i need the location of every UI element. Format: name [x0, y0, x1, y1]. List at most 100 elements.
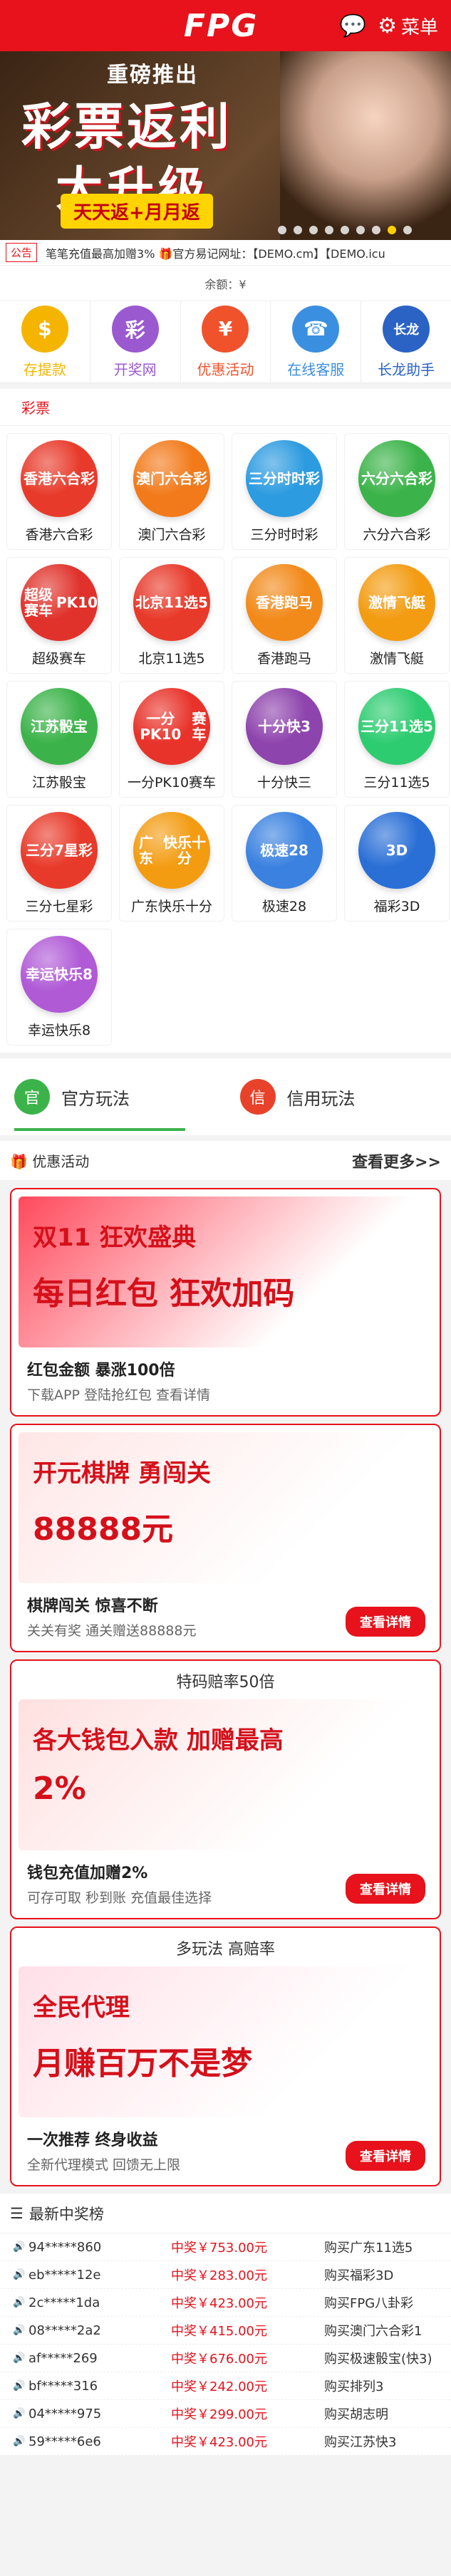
winner-game: 购买胡志明: [324, 2407, 388, 2422]
lottery-item[interactable]: 十分 快3 十分快三: [232, 681, 337, 798]
top-bar: FPG 💬 ⚙ 菜单: [0, 0, 451, 51]
winner-money: 中奖￥676.00元: [171, 2352, 267, 2367]
lottery-item[interactable]: 六分 六合彩 六分六合彩: [344, 433, 450, 550]
winners-title: ☰ 最新中奖榜: [0, 2194, 451, 2233]
carousel-dot[interactable]: [388, 226, 396, 234]
ball-text: 澳门: [136, 469, 165, 487]
carousel-dot[interactable]: [325, 226, 333, 234]
lottery-item[interactable]: 三分 时时彩 三分时时彩: [232, 433, 337, 550]
lottery-ball-icon: 激情飞艇: [358, 563, 435, 641]
winner-money: 中奖￥283.00元: [171, 2268, 267, 2283]
balance-bar: 余额：¥: [0, 266, 451, 301]
lottery-name: 十分快三: [256, 774, 311, 791]
menu-button[interactable]: ⚙ 菜单: [378, 13, 438, 39]
promo-card[interactable]: 开元棋牌 勇闯关 88888元 棋牌闯关 惊喜不断 关关有奖 通关赠送88888元 查看…: [10, 1424, 441, 1652]
lottery-item[interactable]: 三分 7星彩 三分七星彩: [6, 805, 112, 922]
quick-item-1[interactable]: 彩开奖网: [90, 301, 181, 382]
ball-text: 一分PK10: [140, 709, 182, 743]
speaker-icon: 🔊: [13, 2297, 26, 2308]
promo-card[interactable]: 多玩法 高赔率 全民代理 月赚百万不是梦 一次推荐 终身收益 全新代理模式 回馈无上限查…: [10, 1926, 441, 2186]
promo-image-line2: 2%: [33, 1771, 86, 1807]
winner-user: af*****269: [28, 2350, 98, 2366]
lottery-section-title: 彩票: [0, 389, 451, 426]
winner-row: 🔊 eb*****12e 中奖￥283.00元 购买福彩3D: [0, 2261, 451, 2289]
winner-game: 购买FPG八卦彩: [324, 2296, 414, 2311]
banner-model-image: [280, 51, 451, 240]
lottery-item[interactable]: 一分PK10 赛车 一分PK10赛车: [119, 681, 224, 798]
lottery-item[interactable]: 澳门 六合彩 澳门六合彩: [119, 433, 224, 550]
promo-image-line1: 开元棋牌 勇闯关: [33, 1459, 211, 1488]
ball-text: 江苏骰宝: [31, 717, 88, 735]
ball-text: PK10: [56, 593, 98, 611]
promo-banner[interactable]: 重磅推出 彩票返利 大升级 天天返+月月返: [0, 51, 451, 240]
view-detail-button[interactable]: 查看详情: [346, 2141, 425, 2171]
play-tab-0[interactable]: 官官方玩法: [0, 1058, 226, 1135]
speaker-icon: 🔊: [13, 2325, 26, 2336]
winner-game: 购买江苏快3: [324, 2435, 397, 2450]
carousel-dot[interactable]: [341, 226, 349, 234]
speaker-icon: 🔊: [13, 2269, 26, 2280]
lottery-item[interactable]: 极速28 极速28: [232, 805, 337, 922]
quick-item-4[interactable]: 长龙 长龙助手: [361, 301, 451, 382]
lottery-item[interactable]: 香港 六合彩 香港六合彩: [6, 433, 112, 550]
winner-user: 2c*****1da: [28, 2295, 100, 2310]
lottery-ball-icon: 香港 六合彩: [21, 439, 98, 517]
lottery-item[interactable]: 北京 11选5 北京11选5: [119, 557, 224, 674]
site-logo[interactable]: FPG: [184, 8, 258, 44]
lottery-ball-icon: 3D: [358, 811, 435, 889]
winner-user: 04*****975: [28, 2406, 102, 2421]
view-detail-button[interactable]: 查看详情: [346, 1874, 425, 1904]
promo-image-line2: 88888元: [33, 1511, 174, 1548]
winner-game: 购买极速骰宝(快3): [324, 2352, 432, 2367]
lottery-name: 六分六合彩: [363, 526, 431, 543]
lottery-item[interactable]: 江苏骰宝 江苏骰宝: [6, 681, 112, 798]
notice-bar[interactable]: 公告 笔笔充值最高加赠3% 🎁官方易记网址：【DEMO.cm】【DEMO.icu: [0, 240, 451, 266]
lottery-ball-icon: 超级赛车 PK10: [21, 563, 98, 641]
ball-text: 幸运: [26, 965, 55, 983]
lottery-item[interactable]: 香港跑马 香港跑马: [232, 557, 337, 674]
ball-text: 3D: [385, 841, 408, 859]
ball-text: 六合彩: [165, 469, 207, 487]
ball-text: 十分: [258, 717, 287, 735]
play-mode-tabs: 官官方玩法信信用玩法: [0, 1058, 451, 1135]
carousel-dot[interactable]: [294, 226, 302, 234]
carousel-dot[interactable]: [309, 226, 318, 234]
winner-user: eb*****12e: [28, 2267, 101, 2283]
lottery-item[interactable]: 三分 11选5 三分11选5: [344, 681, 450, 798]
promo-card[interactable]: 双11 狂欢盛典 每日红包 狂欢加码 红包金额 暴涨100倍 下载APP 登陆抢红包 …: [10, 1188, 441, 1417]
lottery-item[interactable]: 幸运 快乐8 幸运快乐8: [6, 929, 112, 1045]
lottery-item[interactable]: 广东 快乐十分 广东快乐十分: [119, 805, 224, 922]
promo-image-line1: 双11 狂欢盛典: [33, 1224, 197, 1252]
lottery-item[interactable]: 激情飞艇 激情飞艇: [344, 557, 450, 674]
carousel-dot[interactable]: [372, 226, 380, 234]
winner-game: 购买福彩3D: [324, 2268, 394, 2283]
quick-item-0[interactable]: $ 存提款: [0, 301, 90, 382]
gear-icon: ⚙: [378, 13, 397, 38]
quick-item-2[interactable]: ¥ 优惠活动: [181, 301, 271, 382]
lottery-name: 一分PK10赛车: [127, 774, 217, 791]
lottery-ball-icon: 三分 7星彩: [21, 811, 98, 889]
quick-item-3[interactable]: ☎ 在线客服: [271, 301, 362, 382]
carousel-dot[interactable]: [356, 226, 365, 234]
banner-line1: 重磅推出: [107, 63, 198, 88]
ball-text: 广东: [139, 833, 153, 867]
promo-card[interactable]: 特码赔率50倍 各大钱包入款 加赠最高 2% 钱包充值加赠2% 可存可取 秒到账 充值最…: [10, 1659, 441, 1919]
quick-menu: $ 存提款彩开奖网 ¥ 优惠活动 ☎ 在线客服 长龙 长龙助手: [0, 301, 451, 383]
ball-text: 六合彩: [390, 469, 432, 487]
view-more-link[interactable]: 查看更多>>: [352, 1149, 441, 1172]
lottery-name: 广东快乐十分: [130, 898, 212, 914]
menu-label: 菜单: [400, 16, 438, 38]
carousel-dot[interactable]: [403, 226, 412, 234]
carousel-dots[interactable]: [278, 226, 412, 234]
carousel-dot[interactable]: [278, 226, 286, 234]
chat-icon[interactable]: 💬: [340, 14, 366, 38]
winner-game: 购买排列3: [324, 2379, 384, 2394]
lottery-ball-icon: 江苏骰宝: [21, 687, 98, 765]
official-icon: 官: [14, 1079, 50, 1115]
play-tab-1[interactable]: 信信用玩法: [226, 1058, 451, 1135]
ball-text: 北京: [135, 593, 165, 611]
lottery-ball-icon: 北京 11选5: [133, 563, 210, 641]
view-detail-button[interactable]: 查看详情: [346, 1607, 425, 1637]
lottery-item[interactable]: 3D 福彩3D: [344, 805, 450, 922]
lottery-item[interactable]: 超级赛车 PK10 超级赛车: [6, 557, 112, 674]
